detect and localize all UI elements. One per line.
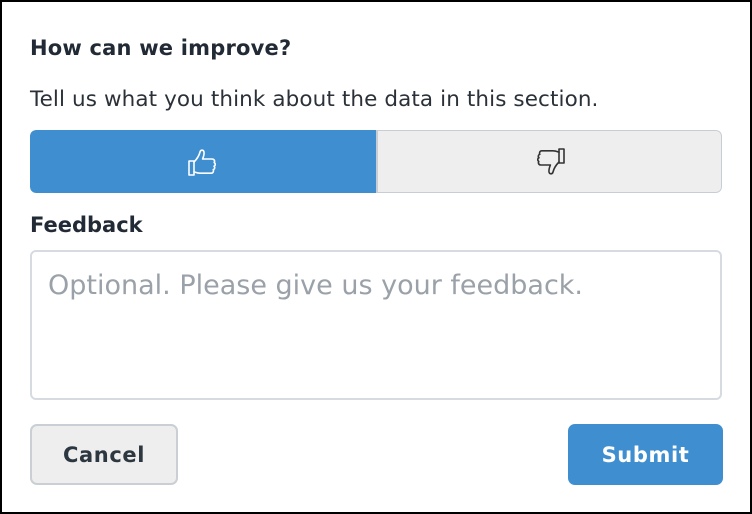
feedback-dialog: How can we improve? Tell us what you thi… — [0, 0, 752, 514]
cancel-button[interactable]: Cancel — [30, 424, 178, 485]
thumbs-down-button[interactable] — [376, 130, 722, 193]
thumbs-up-icon — [186, 146, 220, 178]
feedback-label: Feedback — [30, 213, 143, 237]
dialog-title: How can we improve? — [30, 36, 292, 60]
dialog-subtitle: Tell us what you think about the data in… — [30, 87, 599, 112]
thumbs-up-button[interactable] — [30, 130, 376, 193]
feedback-textarea[interactable] — [30, 250, 722, 400]
submit-button[interactable]: Submit — [568, 424, 723, 485]
thumbs-down-icon — [533, 146, 567, 178]
rating-toggle — [30, 130, 722, 193]
